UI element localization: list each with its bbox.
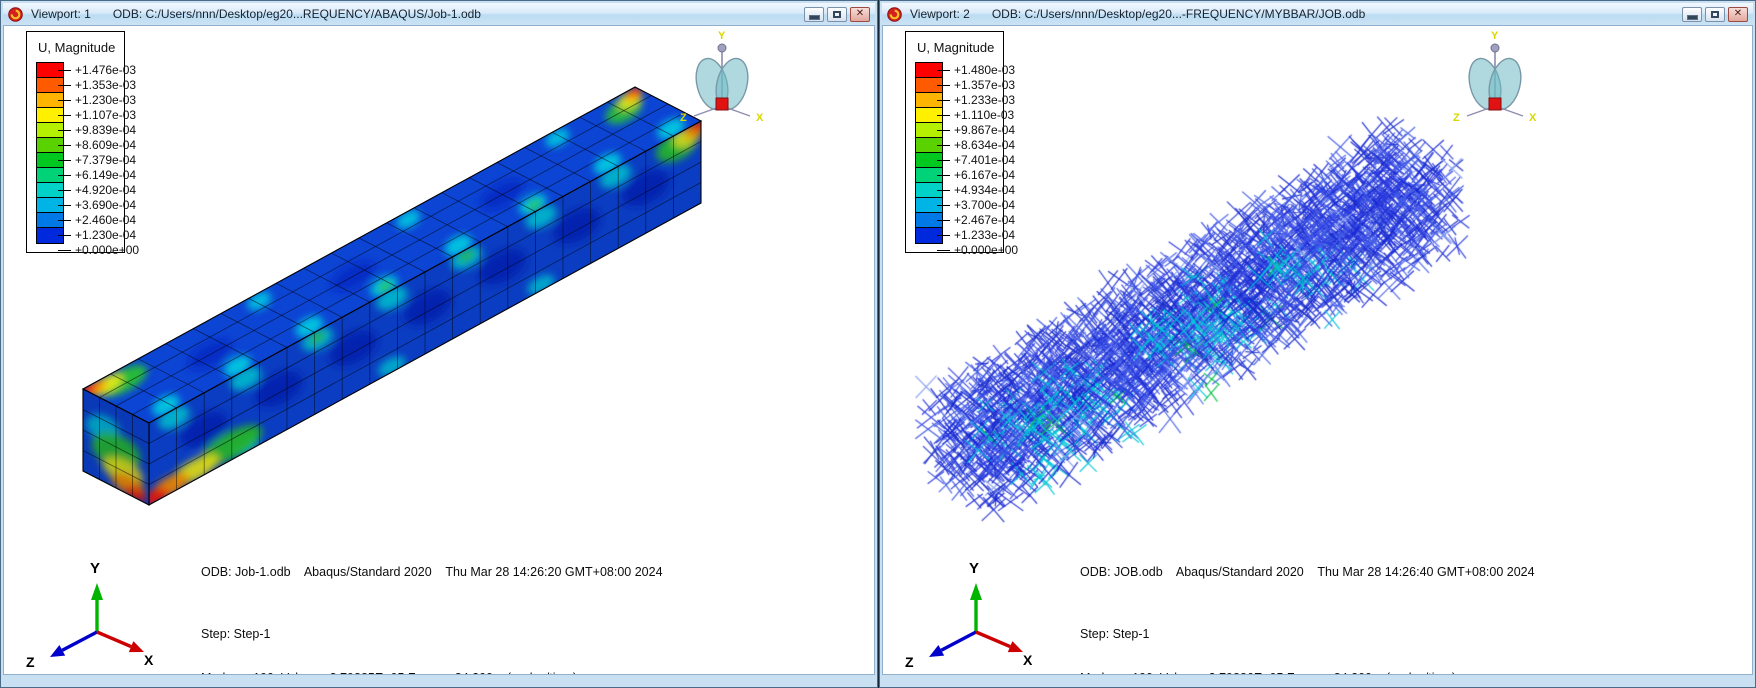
- viewport-2-canvas-area[interactable]: U, Magnitude +1.480e-03 +1.357e-03 +1.233e…: [882, 25, 1753, 675]
- legend-label: +9.867e-04: [937, 123, 1015, 138]
- triad-x-label: X: [1023, 652, 1033, 668]
- legend-label: +7.379e-04: [58, 153, 136, 168]
- viewport-2-titlebar[interactable]: Viewport: 2 ODB: C:/Users/nnn/Desktop/eg…: [882, 3, 1753, 25]
- viewport-1-titlebar[interactable]: Viewport: 1 ODB: C:/Users/nnn/Desktop/eg…: [3, 3, 875, 25]
- compass-y-label: Y: [1491, 30, 1499, 42]
- compass-z-label: Z: [1453, 112, 1460, 124]
- legend-label: +1.480e-03: [937, 63, 1015, 78]
- legend-title: U, Magnitude: [917, 40, 995, 55]
- legend-label: +1.230e-04: [58, 228, 136, 243]
- close-button[interactable]: ✕: [1728, 6, 1748, 22]
- viewport-2-title: Viewport: 2: [910, 7, 970, 21]
- restore-button[interactable]: [1705, 6, 1725, 22]
- contour-legend: U, Magnitude +1.476e-03 +1.353e-03 +1.230e…: [26, 31, 139, 257]
- legend-label: +1.357e-03: [937, 78, 1015, 93]
- legend-label: +8.609e-04: [58, 138, 136, 153]
- compass-y-label: Y: [718, 30, 726, 42]
- viewport-1-canvas-area[interactable]: U, Magnitude +1.476e-03 +1.353e-03 +1.230e…: [3, 25, 875, 675]
- viewport-1-odb-path: ODB: C:/Users/nnn/Desktop/eg20...REQUENC…: [112, 7, 481, 21]
- legend-label: +0.000e+00: [937, 243, 1018, 258]
- odb-info-line: ODB: Job-1.odb Abaqus/Standard 2020 Thu …: [201, 565, 663, 579]
- legend-label: +1.233e-03: [937, 93, 1015, 108]
- legend-label: +1.110e-03: [937, 108, 1014, 123]
- legend-label: +1.107e-03: [58, 108, 136, 123]
- mode-line: Mode 100: Value = 2.79886E+05 Freq = 84.…: [1080, 671, 1456, 675]
- triad-y-label: Y: [969, 560, 979, 577]
- compass-origin-cube: [715, 97, 729, 111]
- close-button[interactable]: ✕: [850, 6, 870, 22]
- state-block: Step: Step-1 Mode 100: Value = 2.79885E+…: [201, 598, 577, 675]
- legend-label: +0.000e+00: [58, 243, 139, 258]
- legend-label: +2.460e-04: [58, 213, 136, 228]
- viewport-1-window: Viewport: 1 ODB: C:/Users/nnn/Desktop/eg…: [0, 0, 878, 688]
- compass-origin-cube: [1488, 97, 1502, 111]
- viewport-2-odb-path: ODB: C:/Users/nnn/Desktop/eg20...-FREQUE…: [991, 7, 1366, 21]
- legend-title: U, Magnitude: [38, 40, 116, 55]
- compass-x-label: X: [1529, 112, 1537, 124]
- axis-triad: Y Z X: [905, 560, 1033, 670]
- axis-triad: Y Z X: [26, 560, 154, 670]
- view-orientation-compass: Y Z X: [1453, 30, 1537, 124]
- step-line: Step: Step-1: [201, 627, 271, 641]
- state-block: Step: Step-1 Mode 100: Value = 2.79886E+…: [1080, 598, 1456, 675]
- legend-label: +1.476e-03: [58, 63, 136, 78]
- legend-label: +6.167e-04: [937, 168, 1015, 183]
- legend-label: +2.467e-04: [937, 213, 1015, 228]
- odb-info-line: ODB: JOB.odb Abaqus/Standard 2020 Thu Ma…: [1080, 565, 1535, 579]
- minimize-button[interactable]: [804, 6, 824, 22]
- mode-line: Mode 100: Value = 2.79885E+05 Freq = 84.…: [201, 671, 577, 675]
- legend-label: +9.839e-04: [58, 123, 136, 138]
- triad-z-label: Z: [905, 654, 914, 670]
- legend-label: +7.401e-04: [937, 153, 1015, 168]
- legend-label: +1.353e-03: [58, 78, 136, 93]
- viewport-1-title: Viewport: 1: [31, 7, 91, 21]
- restore-button[interactable]: [827, 6, 847, 22]
- compass-z-label: Z: [680, 112, 687, 124]
- triad-y-label: Y: [90, 560, 100, 577]
- triad-x-label: X: [144, 652, 154, 668]
- legend-label: +4.920e-04: [58, 183, 136, 198]
- minimize-button[interactable]: [1682, 6, 1702, 22]
- legend-label: +3.690e-04: [58, 198, 136, 213]
- viewport-2-window: Viewport: 2 ODB: C:/Users/nnn/Desktop/eg…: [879, 0, 1756, 688]
- compass-x-label: X: [756, 112, 764, 124]
- legend-label: +3.700e-04: [937, 198, 1015, 213]
- legend-label: +6.149e-04: [58, 168, 136, 183]
- legend-label: +4.934e-04: [937, 183, 1015, 198]
- triad-z-label: Z: [26, 654, 35, 670]
- legend-label: +1.230e-03: [58, 93, 136, 108]
- legend-label: +1.233e-04: [937, 228, 1015, 243]
- contour-legend: U, Magnitude +1.480e-03 +1.357e-03 +1.233e…: [905, 31, 1018, 257]
- step-line: Step: Step-1: [1080, 627, 1150, 641]
- abaqus-viewport-icon: [8, 6, 23, 22]
- legend-label: +8.634e-04: [937, 138, 1015, 153]
- abaqus-viewport-icon: [887, 6, 902, 22]
- view-orientation-compass: Y Z X: [680, 30, 764, 124]
